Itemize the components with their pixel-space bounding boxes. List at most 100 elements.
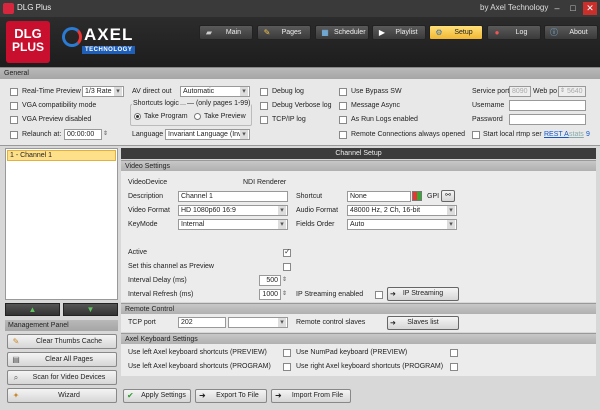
general-header: General: [0, 67, 600, 79]
bypass-sw-checkbox[interactable]: [339, 88, 347, 96]
link-button[interactable]: ⚯: [441, 190, 455, 202]
debug-log-checkbox[interactable]: [260, 88, 268, 96]
slaves-list-button[interactable]: ➜ Slaves list: [387, 316, 459, 330]
interval-delay-label: Interval Delay (ms): [128, 277, 187, 284]
relaunch-time-input[interactable]: 00:00:00: [64, 129, 102, 140]
list-item[interactable]: 1 - Channel 1: [7, 150, 116, 161]
clear-pages-button[interactable]: ▤ Clear All Pages: [7, 352, 117, 367]
left-kbd-preview-checkbox[interactable]: [283, 349, 291, 357]
nav-main-button[interactable]: ▰ Main: [199, 25, 253, 40]
keymode-select[interactable]: Internal: [178, 219, 288, 230]
bottom-toolbar: ✔ Apply Settings ➜ Export To File ➜ Impo…: [121, 389, 596, 405]
ip-streaming-button[interactable]: ➜ IP Streaming: [387, 287, 459, 301]
wizard-button[interactable]: ✦ Wizard: [7, 388, 117, 403]
import-file-button[interactable]: ➜ Import From File: [271, 389, 351, 403]
description-input[interactable]: Channel 1: [178, 191, 288, 202]
tcp-port-label: TCP port: [128, 319, 156, 326]
apply-settings-button[interactable]: ✔ Apply Settings: [123, 389, 191, 403]
scan-devices-button[interactable]: ⌕ Scan for Video Devices: [7, 370, 117, 385]
wand-icon: ✦: [12, 391, 20, 400]
checkmark-icon: ✔: [127, 391, 134, 400]
vga-compat-checkbox[interactable]: [10, 102, 18, 110]
close-icon[interactable]: ✕: [583, 2, 597, 15]
main-icon: ▰: [205, 28, 213, 37]
av-direct-out-label: AV direct out: [132, 88, 172, 95]
audio-format-select[interactable]: 48000 Hz, 2 Ch, 16-bit: [347, 205, 457, 216]
password-label: Password: [472, 116, 503, 123]
language-select[interactable]: Invariant Language (Inv: [165, 129, 250, 140]
delay-spinner-icon[interactable]: ⇕: [282, 275, 287, 286]
play-icon: ▶: [378, 28, 386, 37]
nav-pages-button[interactable]: ✎ Pages: [257, 25, 311, 40]
clear-thumbs-button[interactable]: ✎ Clear Thumbs Cache: [7, 334, 117, 349]
numpad-preview-checkbox[interactable]: [450, 349, 458, 357]
window-title: DLG Plus: [17, 3, 52, 12]
audio-format-label: Audio Format: [296, 207, 339, 214]
take-program-label: Take Program: [144, 113, 188, 120]
video-format-label: Video Format: [128, 207, 170, 214]
left-kbd-program-checkbox[interactable]: [283, 363, 291, 371]
fields-order-label: Fields Order: [296, 221, 335, 228]
tcpip-log-checkbox[interactable]: [260, 116, 268, 124]
time-spinner-icon[interactable]: ⇕: [103, 129, 108, 140]
active-checkbox[interactable]: [283, 247, 291, 257]
nav-about-button[interactable]: ⓘ About: [544, 25, 598, 40]
app-icon: [3, 3, 14, 14]
search-icon: ⌕: [13, 373, 19, 382]
interval-delay-input[interactable]: 500: [259, 275, 281, 286]
remote-control-panel: TCP port 202 Remote control slaves ➜Slav…: [121, 314, 596, 332]
password-input[interactable]: [509, 114, 586, 125]
take-program-radio[interactable]: [134, 113, 141, 120]
message-async-label: Message Async: [351, 102, 401, 109]
video-format-select[interactable]: HD 1080p60 16:9: [178, 205, 288, 216]
tcp-mode-select[interactable]: [228, 317, 288, 328]
ip-streaming-checkbox[interactable]: [375, 291, 383, 299]
pages-icon: ▤: [12, 355, 20, 364]
top-nav: DLG PLUS AXEL TECHNOLOGY ▰ Main ✎ Pages …: [0, 17, 600, 67]
nav-scheduler-button[interactable]: ▦ Scheduler: [315, 25, 369, 40]
remote-control-header: Remote Control: [121, 303, 596, 314]
vga-preview-disabled-checkbox[interactable]: [10, 116, 18, 124]
realtime-preview-checkbox[interactable]: [10, 88, 18, 96]
service-port-input[interactable]: 8090: [509, 86, 531, 97]
av-direct-out-select[interactable]: Automatic: [180, 86, 250, 97]
axel-keyboard-panel: Use left Axel keyboard shortcuts (PREVIE…: [121, 344, 596, 376]
bypass-sw-label: Use Bypass SW: [351, 88, 402, 95]
import-icon: ➜: [275, 391, 282, 400]
fields-order-select[interactable]: Auto: [347, 219, 457, 230]
nav-log-button[interactable]: ● Log: [487, 25, 541, 40]
maximize-icon[interactable]: □: [566, 2, 580, 15]
extra-link[interactable]: 9: [586, 131, 590, 138]
rest-api-link[interactable]: REST A: [544, 131, 569, 138]
arrow-down-icon: ▼: [86, 305, 95, 314]
debug-verbose-checkbox[interactable]: [260, 102, 268, 110]
keymode-label: KeyMode: [128, 221, 158, 228]
realtime-rate-select[interactable]: 1/3 Rate: [82, 86, 124, 97]
move-down-button[interactable]: ▼: [63, 303, 118, 316]
tcpip-log-label: TCP/IP log: [272, 116, 306, 123]
message-async-checkbox[interactable]: [339, 102, 347, 110]
shortcuts-logic-note: — (only pages 1-99): [186, 100, 252, 107]
nav-playlist-button[interactable]: ▶ Playlist: [372, 25, 426, 40]
set-preview-checkbox[interactable]: [283, 263, 291, 271]
shortcut-input[interactable]: None: [347, 191, 411, 202]
take-preview-radio[interactable]: [194, 113, 201, 120]
stats-link[interactable]: stats: [569, 131, 584, 138]
channel-list[interactable]: 1 - Channel 1: [5, 148, 118, 300]
right-kbd-program-checkbox[interactable]: [450, 363, 458, 371]
refresh-spinner-icon[interactable]: ⇕: [282, 289, 287, 300]
rtmp-server-checkbox[interactable]: [472, 131, 480, 139]
relaunch-checkbox[interactable]: [10, 131, 18, 139]
export-file-button[interactable]: ➜ Export To File: [195, 389, 267, 403]
color-picker-icon[interactable]: [412, 191, 422, 201]
move-up-button[interactable]: ▲: [5, 303, 60, 316]
tcp-port-input[interactable]: 202: [178, 317, 226, 328]
as-run-logs-checkbox[interactable]: [339, 116, 347, 124]
active-label: Active: [128, 249, 148, 256]
minimize-icon[interactable]: –: [550, 2, 564, 15]
nav-setup-button[interactable]: ⚙ Setup: [429, 25, 483, 40]
remote-connections-checkbox[interactable]: [339, 131, 347, 139]
username-input[interactable]: [509, 100, 586, 111]
interval-refresh-input[interactable]: 1000: [259, 289, 281, 300]
web-port-spinner-icon[interactable]: ⇕: [560, 86, 565, 97]
